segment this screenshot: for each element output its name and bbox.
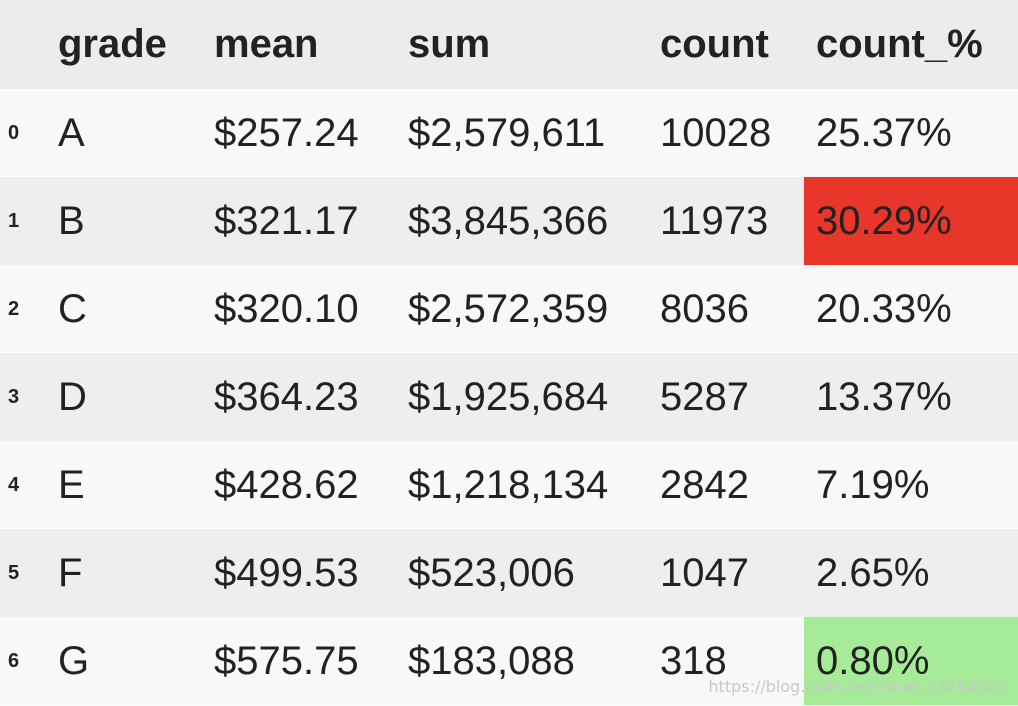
row-index: 5 xyxy=(8,561,20,584)
header-row: grade mean sum count count_% xyxy=(0,0,1018,89)
count-cell: 5287 xyxy=(660,374,749,419)
row-index: 2 xyxy=(8,297,20,320)
sum-cell: $523,006 xyxy=(408,550,575,595)
table-row: 0 A $257.24 $2,579,611 10028 25.37% xyxy=(0,89,1018,177)
count-cell: 1047 xyxy=(660,550,749,595)
sum-cell: $2,579,611 xyxy=(408,110,606,155)
count-pct-cell: 7.19% xyxy=(816,462,930,507)
count-cell: 8036 xyxy=(660,286,749,331)
row-index: 3 xyxy=(8,385,20,408)
table-row: 1 B $321.17 $3,845,366 11973 30.29% xyxy=(0,177,1018,265)
row-index: 6 xyxy=(8,649,20,672)
mean-cell: $364.23 xyxy=(214,374,359,419)
count-pct-cell-max-highlight: 30.29% xyxy=(804,177,1018,265)
row-index: 0 xyxy=(8,121,20,144)
row-index: 1 xyxy=(8,209,20,232)
grade-cell: F xyxy=(58,550,83,595)
table-body: 0 A $257.24 $2,579,611 10028 25.37% 1 B … xyxy=(0,89,1018,705)
mean-cell: $320.10 xyxy=(214,286,359,331)
grade-cell: A xyxy=(58,110,85,155)
grade-cell: B xyxy=(58,198,85,243)
watermark-text: https://blog.csdn.net/sinat_33264502 xyxy=(708,677,1008,696)
table-row: 5 F $499.53 $523,006 1047 2.65% xyxy=(0,529,1018,617)
styled-dataframe-table: grade mean sum count count_% 0 A $257.24… xyxy=(0,0,1018,705)
mean-cell: $428.62 xyxy=(214,462,359,507)
sum-cell: $183,088 xyxy=(408,638,575,683)
mean-cell: $257.24 xyxy=(214,110,359,155)
column-header-count: count xyxy=(660,22,769,66)
column-header-sum: sum xyxy=(408,22,491,66)
count-pct-cell: 2.65% xyxy=(816,550,930,595)
count-cell: 10028 xyxy=(660,110,772,155)
grade-cell: E xyxy=(58,462,85,507)
mean-cell: $499.53 xyxy=(214,550,359,595)
count-cell: 11973 xyxy=(660,198,769,243)
column-header-grade: grade xyxy=(58,22,167,66)
sum-cell: $2,572,359 xyxy=(408,286,609,331)
mean-cell: $575.75 xyxy=(214,638,359,683)
dataframe-view: grade mean sum count count_% 0 A $257.24… xyxy=(0,0,1018,706)
grade-cell: C xyxy=(58,286,87,331)
index-header xyxy=(0,0,46,89)
count-pct-cell: 20.33% xyxy=(816,286,952,331)
count-pct-cell: 25.37% xyxy=(816,110,952,155)
sum-cell: $1,925,684 xyxy=(408,374,609,419)
column-header-mean: mean xyxy=(214,22,319,66)
mean-cell: $321.17 xyxy=(214,198,359,243)
table-header: grade mean sum count count_% xyxy=(0,0,1018,89)
grade-cell: G xyxy=(58,638,90,683)
count-cell: 2842 xyxy=(660,462,749,507)
sum-cell: $1,218,134 xyxy=(408,462,609,507)
table-row: 4 E $428.62 $1,218,134 2842 7.19% xyxy=(0,441,1018,529)
table-row: 3 D $364.23 $1,925,684 5287 13.37% xyxy=(0,353,1018,441)
table-row: 2 C $320.10 $2,572,359 8036 20.33% xyxy=(0,265,1018,353)
grade-cell: D xyxy=(58,374,87,419)
row-index: 4 xyxy=(8,473,20,496)
column-header-count-pct: count_% xyxy=(816,22,983,66)
sum-cell: $3,845,366 xyxy=(408,198,609,243)
count-pct-cell: 13.37% xyxy=(816,374,952,419)
